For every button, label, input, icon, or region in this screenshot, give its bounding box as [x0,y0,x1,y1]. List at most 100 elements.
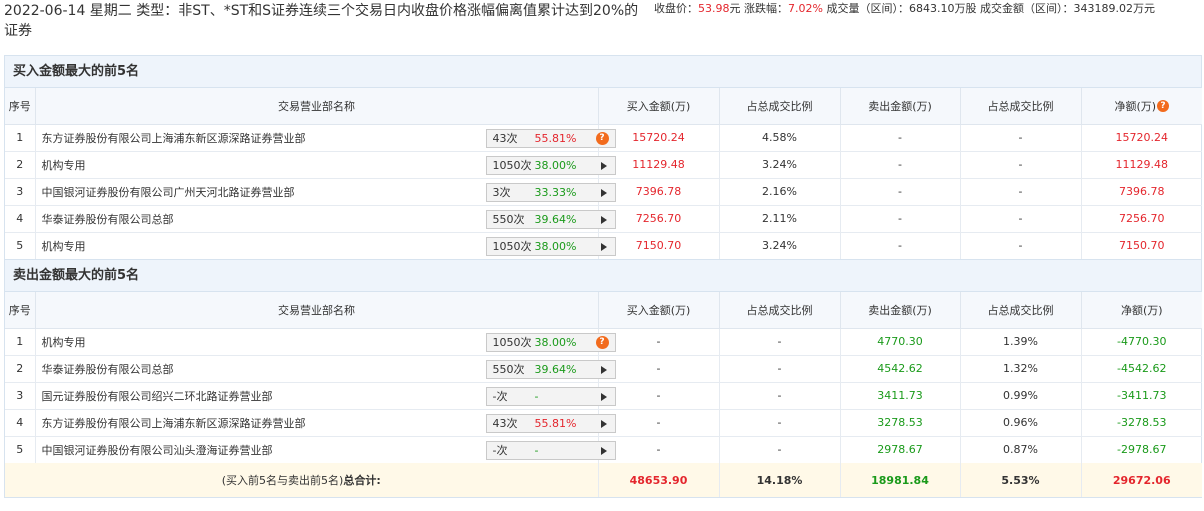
stock-stats: 收盘价：53.98元 涨跌幅：7.02% 成交量（区间）：6843.10万股 成… [654,2,1155,16]
row-index: 5 [5,436,36,463]
row-index: 1 [5,124,36,152]
buy-amount: - [598,382,720,410]
row-index: 2 [5,355,36,383]
col-sell-pct: 占总成交比例 [960,292,1082,329]
branch-stats-tag[interactable]: -次 - [485,440,616,460]
branch-rate: 39.64% [534,212,577,226]
branch-stats-tag[interactable]: 1050次 38.00%? [485,332,616,352]
close-value: 53.98 [698,2,730,15]
sell-amount: - [840,178,961,206]
buy-amount: 7150.70 [598,232,720,259]
branch-times: 43次 [492,131,518,145]
buy-ratio: - [719,355,841,383]
amount-label: 成交金额（区间）： [979,2,1074,15]
arrow-right-icon[interactable] [600,365,607,374]
arrow-right-icon[interactable] [600,161,607,170]
branch-stats-tag[interactable]: 43次 55.81%? [485,128,616,148]
branch-times: 1050次 [492,158,532,172]
branch-name[interactable]: 机构专用 [42,240,86,253]
branch-rate: - [534,443,539,457]
branch-stats-tag[interactable]: 1050次 38.00% [485,236,616,256]
branch-name[interactable]: 机构专用 [42,159,86,172]
branch-name[interactable]: 华泰证券股份有限公司总部 [42,363,174,376]
sell-ratio: 1.32% [960,355,1082,383]
branch-stats-tag[interactable]: -次 - [485,386,616,406]
branch-name[interactable]: 华泰证券股份有限公司总部 [42,213,174,226]
branch-rate: 38.00% [534,239,577,253]
branch-name[interactable]: 中国银河证券股份有限公司汕头澄海证券营业部 [42,444,273,457]
branch-name[interactable]: 机构专用 [42,336,86,349]
table-row: 2 机构专用 1050次 38.00% 11129.48 3.24% - -11129.48 [5,151,1202,179]
buy-amount: 15720.24 [598,124,720,152]
branch-name[interactable]: 中国银河证券股份有限公司广州天河北路证券营业部 [42,186,295,199]
arrow-right-icon[interactable] [600,242,607,251]
arrow-right-icon[interactable] [600,392,607,401]
row-index: 2 [5,151,36,179]
sell-amount: 4770.30 [840,328,961,356]
row-index: 3 [5,178,36,206]
sell-amount: - [840,232,961,259]
question-icon[interactable]: ? [595,131,609,145]
col-net[interactable]: 净额(万)? [1081,88,1202,125]
buy-section-title: 买入金额最大的前5名 [5,56,1201,88]
branch-name[interactable]: 东方证券股份有限公司上海浦东新区源深路证券营业部 [42,417,306,430]
col-net[interactable]: 净额(万) [1081,292,1202,329]
branch-times: 550次 [492,212,525,226]
total-label: (买入前5名与卖出前5名)总合计: [5,463,599,497]
col-name: 交易营业部名称 [35,292,599,329]
arrow-right-icon[interactable] [600,188,607,197]
total-buy: 48653.90 [598,463,720,497]
question-icon[interactable]: ? [595,335,609,349]
buy-table-header: 序号 交易营业部名称 买入金额(万) 占总成交比例 卖出金额(万) 占总成交比例… [5,88,1202,125]
sell-section-title: 卖出金额最大的前5名 [5,260,1201,292]
net-amount: -4542.62 [1081,355,1202,383]
branch-cell: 机构专用 1050次 38.00%? [35,328,616,356]
branch-stats-tag[interactable]: 550次 39.64% [485,359,616,379]
branch-name[interactable]: 东方证券股份有限公司上海浦东新区源深路证券营业部 [42,132,306,145]
branch-stats-tag[interactable]: 1050次 38.00% [485,155,616,175]
row-index: 4 [5,205,36,233]
branch-stats-tag[interactable]: 3次 33.33% [485,182,616,202]
sell-amount: 2978.67 [840,436,961,463]
net-amount: 15720.24 [1081,124,1202,152]
branch-cell: 华泰证券股份有限公司总部 550次 39.64% [35,205,616,233]
branch-times: 1050次 [492,239,532,253]
branch-cell: 东方证券股份有限公司上海浦东新区源深路证券营业部 43次 55.81% [35,409,616,437]
question-icon[interactable]: ? [1157,99,1170,112]
sell-ratio: - [960,151,1082,179]
branch-times: -次 [492,443,508,457]
sell-ratio: - [960,205,1082,233]
col-index: 序号 [5,88,36,125]
col-sell[interactable]: 卖出金额(万) [840,88,961,125]
branch-rate: 55.81% [534,131,577,145]
buy-amount: 7396.78 [598,178,720,206]
col-buy[interactable]: 买入金额(万) [598,88,720,125]
branch-name[interactable]: 国元证券股份有限公司绍兴二环北路证券营业部 [42,390,273,403]
row-index: 5 [5,232,36,259]
col-sell[interactable]: 卖出金额(万) [840,292,961,329]
branch-rate: 39.64% [534,362,577,376]
net-amount: 11129.48 [1081,151,1202,179]
net-amount: -3278.53 [1081,409,1202,437]
arrow-right-icon[interactable] [600,446,607,455]
volume-value: 6843.10万股 [908,2,977,15]
sell-table: 序号 交易营业部名称 买入金额(万) 占总成交比例 卖出金额(万) 占总成交比例… [5,292,1202,497]
net-amount: 7396.78 [1081,178,1202,206]
close-unit: 元 [729,2,741,15]
table-row: 4 华泰证券股份有限公司总部 550次 39.64% 7256.70 2.11% - -725… [5,205,1202,233]
arrow-right-icon[interactable] [600,419,607,428]
buy-ratio: 2.11% [719,205,841,233]
buy-ratio: 2.16% [719,178,841,206]
sell-ratio: - [960,178,1082,206]
branch-rate: 38.00% [534,335,577,349]
sell-table-header: 序号 交易营业部名称 买入金额(万) 占总成交比例 卖出金额(万) 占总成交比例… [5,292,1202,329]
branch-stats-tag[interactable]: 43次 55.81% [485,413,616,433]
sell-amount: 3278.53 [840,409,961,437]
branch-cell: 中国银河证券股份有限公司广州天河北路证券营业部 3次 33.33% [35,178,616,206]
col-buy[interactable]: 买入金额(万) [598,292,720,329]
branch-stats-tag[interactable]: 550次 39.64% [485,209,616,229]
total-sell: 18981.84 [840,463,961,497]
branch-rate: 55.81% [534,416,577,430]
arrow-right-icon[interactable] [600,215,607,224]
buy-ratio: 3.24% [719,151,841,179]
